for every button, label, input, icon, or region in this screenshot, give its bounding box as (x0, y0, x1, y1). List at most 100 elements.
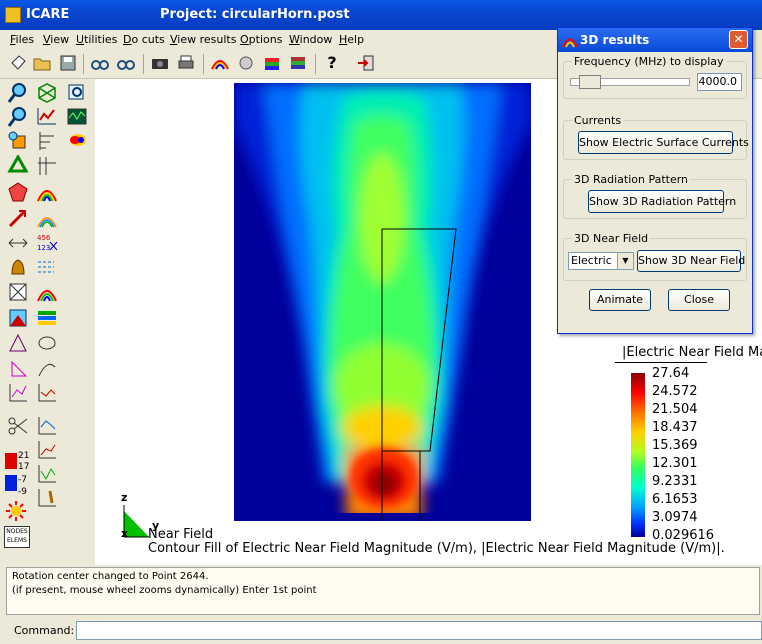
sun-color-icon[interactable] (5, 500, 27, 522)
command-label: Command: (14, 624, 75, 637)
triangle-small-icon[interactable] (7, 357, 29, 379)
paint-icon[interactable] (236, 53, 256, 73)
legend-value: 27.64 (652, 366, 690, 381)
status-message: (if present, mouse wheel zooms dynamical… (12, 585, 317, 596)
curve-icon[interactable] (36, 357, 58, 379)
command-bar: Command: (0, 618, 762, 644)
app-name: ICARE (26, 7, 70, 22)
palette-icon[interactable] (262, 53, 282, 73)
plot-xy-4-icon[interactable] (36, 439, 58, 461)
print-icon[interactable] (176, 53, 196, 73)
animate-button[interactable]: Animate (589, 289, 651, 311)
close-button[interactable]: Close (668, 289, 730, 311)
legend-value: 15.369 (652, 438, 698, 453)
frequency-field[interactable]: 4000.0 (697, 73, 742, 91)
zoom-window-icon[interactable] (66, 82, 88, 104)
menu-view[interactable]: View (43, 33, 69, 46)
measure-icon[interactable] (36, 130, 58, 152)
legend-value: 3.0974 (652, 510, 698, 525)
close-icon[interactable]: ✕ (729, 30, 748, 49)
status-panel: Rotation center changed to Point 2644. (… (0, 565, 762, 618)
color-stripes-icon[interactable] (36, 307, 58, 329)
menu-options[interactable]: Options (240, 33, 282, 46)
triangle-icon[interactable] (7, 332, 29, 354)
plot-caption-description: Contour Fill of Electric Near Field Magn… (148, 541, 725, 556)
recycle-icon[interactable] (7, 153, 29, 177)
left-toolbar: 456 123 21 17 -7 -9 NODES ELEMS (0, 79, 95, 565)
near-field-contour-svg (234, 83, 531, 521)
plot-xy-3-icon[interactable] (36, 415, 58, 437)
frequency-slider-thumb[interactable] (579, 75, 601, 89)
radiation-pattern-group: 3D Radiation Pattern Show 3D Radiation P… (563, 173, 747, 219)
command-input[interactable] (76, 621, 762, 640)
color-balloon-icon[interactable] (66, 130, 88, 152)
title-bar: ICARE Project: circularHorn.post (0, 0, 762, 30)
radiation-group-label: 3D Radiation Pattern (572, 173, 691, 186)
target-icon[interactable] (7, 130, 29, 152)
currents-group: Currents Show Electric Surface Currents (563, 114, 749, 160)
bell-icon[interactable] (7, 256, 29, 278)
exit-icon[interactable] (356, 53, 376, 73)
svg-text:123: 123 (37, 244, 50, 252)
zoom-icon[interactable] (7, 82, 29, 104)
field-type-value: Electric (571, 254, 612, 267)
z-axis-label: z (121, 491, 127, 504)
legend-value: 9.2331 (652, 474, 698, 489)
chevron-down-icon[interactable]: ▼ (617, 253, 633, 269)
show-radiation-pattern-button[interactable]: Show 3D Radiation Pattern (588, 190, 736, 213)
node-numbering-icon[interactable]: 456 123 (36, 232, 58, 254)
oscilloscope-icon[interactable] (66, 106, 88, 128)
open-folder-icon[interactable] (32, 53, 52, 73)
menu-files[interactable]: Files (10, 33, 34, 46)
surface-icon[interactable] (7, 307, 29, 329)
mesh-icon[interactable] (36, 82, 58, 104)
dimension-icon[interactable] (36, 155, 58, 177)
books-icon[interactable] (288, 53, 308, 73)
box-cross-icon[interactable] (7, 281, 29, 303)
near-field-group: 3D Near Field Electric ▼ Show 3D Near Fi… (563, 232, 747, 281)
field-type-select[interactable]: Electric ▼ (568, 252, 634, 270)
rainbow-color-icon[interactable] (210, 53, 230, 73)
rainbow-lines-icon[interactable] (36, 207, 58, 229)
plot-brush-icon[interactable] (36, 487, 58, 509)
dialog-title: 3D results (580, 33, 650, 47)
nodes-elems-icon[interactable]: NODES ELEMS (4, 526, 30, 548)
show-surface-currents-button[interactable]: Show Electric Surface Currents (578, 131, 749, 154)
legend-value: 12.301 (652, 456, 698, 471)
cube-shape-icon[interactable] (7, 181, 29, 203)
frequency-label: Frequency (MHz) to display (572, 55, 726, 68)
view-glasses-icon[interactable] (90, 53, 110, 73)
near-field-group-label: 3D Near Field (572, 232, 651, 245)
chart-grid-icon[interactable] (36, 106, 58, 128)
status-message: Rotation center changed to Point 2644. (12, 571, 209, 582)
arrow-vector-icon[interactable] (7, 207, 29, 229)
legend-swatch-blue (5, 475, 17, 491)
svg-text:456: 456 (37, 234, 51, 242)
menu-view-results[interactable]: View results (170, 33, 236, 46)
window-title: Project: circularHorn.post (160, 7, 350, 22)
show-near-field-button[interactable]: Show 3D Near Field (637, 250, 745, 272)
menu-window[interactable]: Window (289, 33, 332, 46)
save-disk-icon[interactable] (58, 53, 78, 73)
menu-utilities[interactable]: Utilities (76, 33, 117, 46)
plot-xy-2-icon[interactable] (36, 382, 58, 404)
plot-xy-5-icon[interactable] (36, 463, 58, 485)
near-field-contour-plot[interactable] (234, 83, 531, 521)
loop-icon[interactable] (36, 332, 58, 354)
zoom-out-icon[interactable] (7, 106, 29, 128)
menu-help[interactable]: Help (339, 33, 364, 46)
x-axis-label: x (121, 527, 128, 539)
arrows-field-icon[interactable] (36, 256, 58, 278)
menu-do-cuts[interactable]: Do cuts (123, 33, 165, 46)
rainbow-icon[interactable] (36, 181, 58, 203)
view-glasses-2-icon[interactable] (116, 53, 136, 73)
arrows-axis-icon[interactable] (7, 232, 29, 254)
scissors-icon[interactable] (7, 415, 29, 437)
legend-title: |Electric Near Field Ma (622, 345, 762, 360)
camera-icon[interactable] (150, 53, 170, 73)
help-question-icon[interactable]: ? (322, 53, 342, 73)
new-file-icon[interactable] (8, 53, 28, 73)
dialog-title-bar[interactable]: 3D results ✕ (558, 28, 752, 52)
plot-xy-icon[interactable] (7, 382, 29, 404)
rainbow-arc-icon[interactable] (36, 281, 58, 303)
